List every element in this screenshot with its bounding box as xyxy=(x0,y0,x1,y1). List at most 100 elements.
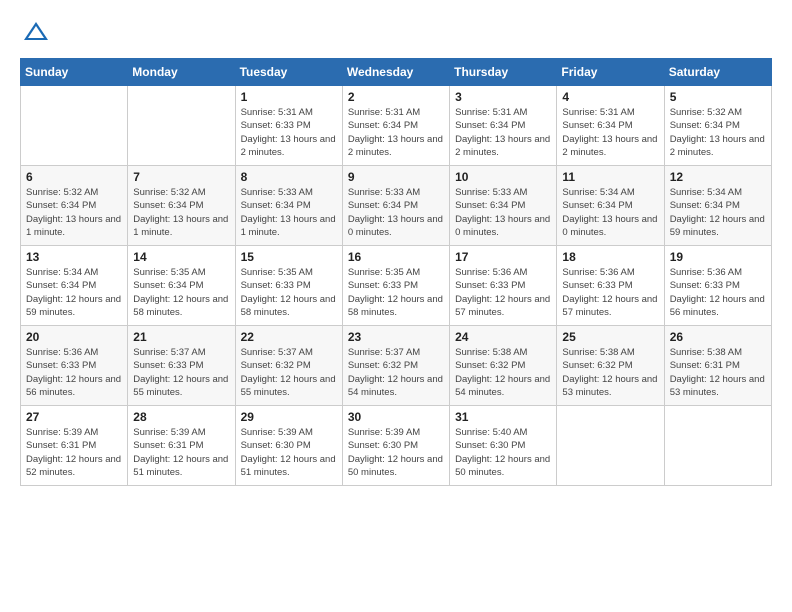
logo xyxy=(20,20,50,42)
day-info: Sunrise: 5:40 AM Sunset: 6:30 PM Dayligh… xyxy=(455,426,551,479)
day-info: Sunrise: 5:34 AM Sunset: 6:34 PM Dayligh… xyxy=(670,186,766,239)
calendar-cell: 2 Sunrise: 5:31 AM Sunset: 6:34 PM Daylig… xyxy=(342,86,449,166)
day-info: Sunrise: 5:35 AM Sunset: 6:34 PM Dayligh… xyxy=(133,266,229,319)
day-header-wednesday: Wednesday xyxy=(342,59,449,86)
day-number: 22 xyxy=(241,330,337,344)
day-info: Sunrise: 5:33 AM Sunset: 6:34 PM Dayligh… xyxy=(455,186,551,239)
day-info: Sunrise: 5:32 AM Sunset: 6:34 PM Dayligh… xyxy=(133,186,229,239)
calendar-cell: 22Sunrise: 5:37 AM Sunset: 6:32 PM Dayli… xyxy=(235,326,342,406)
day-header-monday: Monday xyxy=(128,59,235,86)
calendar-cell: 15 Sunrise: 5:35 AM Sunset: 6:33 PM Dayli… xyxy=(235,246,342,326)
day-number: 21 xyxy=(133,330,229,344)
calendar-cell: 16 Sunrise: 5:35 AM Sunset: 6:33 PM Dayli… xyxy=(342,246,449,326)
day-number: 26 xyxy=(670,330,766,344)
day-info: Sunrise: 5:31 AM Sunset: 6:34 PM Dayligh… xyxy=(348,106,444,159)
calendar-cell: 5Sunrise: 5:32 AM Sunset: 6:34 PM Daylig… xyxy=(664,86,771,166)
day-number: 12 xyxy=(670,170,766,184)
calendar-cell: 20Sunrise: 5:36 AM Sunset: 6:33 PM Dayli… xyxy=(21,326,128,406)
day-number: 14 xyxy=(133,250,229,264)
logo-icon xyxy=(22,20,50,42)
calendar-cell: 10 Sunrise: 5:33 AM Sunset: 6:34 PM Dayli… xyxy=(450,166,557,246)
day-number: 16 xyxy=(348,250,444,264)
calendar-cell: 19 Sunrise: 5:36 AM Sunset: 6:33 PM Dayli… xyxy=(664,246,771,326)
day-number: 6 xyxy=(26,170,122,184)
day-number: 18 xyxy=(562,250,658,264)
day-number: 25 xyxy=(562,330,658,344)
calendar-cell: 12 Sunrise: 5:34 AM Sunset: 6:34 PM Dayli… xyxy=(664,166,771,246)
calendar-cell: 29Sunrise: 5:39 AM Sunset: 6:30 PM Dayli… xyxy=(235,406,342,486)
calendar-cell: 30 Sunrise: 5:39 AM Sunset: 6:30 PM Dayli… xyxy=(342,406,449,486)
day-header-tuesday: Tuesday xyxy=(235,59,342,86)
calendar-cell: 3 Sunrise: 5:31 AM Sunset: 6:34 PM Daylig… xyxy=(450,86,557,166)
calendar-cell: 31 Sunrise: 5:40 AM Sunset: 6:30 PM Dayli… xyxy=(450,406,557,486)
calendar-cell: 11 Sunrise: 5:34 AM Sunset: 6:34 PM Dayli… xyxy=(557,166,664,246)
day-number: 30 xyxy=(348,410,444,424)
day-number: 3 xyxy=(455,90,551,104)
calendar-week-row: 20Sunrise: 5:36 AM Sunset: 6:33 PM Dayli… xyxy=(21,326,772,406)
calendar-cell: 17 Sunrise: 5:36 AM Sunset: 6:33 PM Dayli… xyxy=(450,246,557,326)
calendar-cell: 28 Sunrise: 5:39 AM Sunset: 6:31 PM Dayli… xyxy=(128,406,235,486)
day-number: 13 xyxy=(26,250,122,264)
calendar-cell: 1Sunrise: 5:31 AM Sunset: 6:33 PM Daylig… xyxy=(235,86,342,166)
day-number: 5 xyxy=(670,90,766,104)
calendar-cell: 6Sunrise: 5:32 AM Sunset: 6:34 PM Daylig… xyxy=(21,166,128,246)
day-info: Sunrise: 5:35 AM Sunset: 6:33 PM Dayligh… xyxy=(241,266,337,319)
calendar-week-row: 27 Sunrise: 5:39 AM Sunset: 6:31 PM Dayli… xyxy=(21,406,772,486)
day-number: 28 xyxy=(133,410,229,424)
day-number: 11 xyxy=(562,170,658,184)
day-number: 19 xyxy=(670,250,766,264)
calendar-cell xyxy=(664,406,771,486)
calendar-cell: 18 Sunrise: 5:36 AM Sunset: 6:33 PM Dayli… xyxy=(557,246,664,326)
calendar-cell: 9 Sunrise: 5:33 AM Sunset: 6:34 PM Daylig… xyxy=(342,166,449,246)
day-info: Sunrise: 5:34 AM Sunset: 6:34 PM Dayligh… xyxy=(26,266,122,319)
calendar-cell: 27Sunrise: 5:39 AM Sunset: 6:31 PM Dayli… xyxy=(21,406,128,486)
day-header-thursday: Thursday xyxy=(450,59,557,86)
day-info: Sunrise: 5:34 AM Sunset: 6:34 PM Dayligh… xyxy=(562,186,658,239)
calendar-week-row: 13 Sunrise: 5:34 AM Sunset: 6:34 PM Dayli… xyxy=(21,246,772,326)
calendar-table: SundayMondayTuesdayWednesdayThursdayFrid… xyxy=(20,58,772,486)
day-info: Sunrise: 5:31 AM Sunset: 6:34 PM Dayligh… xyxy=(455,106,551,159)
day-info: Sunrise: 5:38 AM Sunset: 6:32 PM Dayligh… xyxy=(455,346,551,399)
day-number: 1 xyxy=(241,90,337,104)
day-info: Sunrise: 5:39 AM Sunset: 6:31 PM Dayligh… xyxy=(133,426,229,479)
day-info: Sunrise: 5:39 AM Sunset: 6:30 PM Dayligh… xyxy=(241,426,337,479)
day-header-sunday: Sunday xyxy=(21,59,128,86)
day-number: 31 xyxy=(455,410,551,424)
day-info: Sunrise: 5:35 AM Sunset: 6:33 PM Dayligh… xyxy=(348,266,444,319)
day-number: 24 xyxy=(455,330,551,344)
page-header xyxy=(20,20,772,42)
calendar-cell xyxy=(128,86,235,166)
day-info: Sunrise: 5:33 AM Sunset: 6:34 PM Dayligh… xyxy=(348,186,444,239)
day-info: Sunrise: 5:36 AM Sunset: 6:33 PM Dayligh… xyxy=(562,266,658,319)
day-info: Sunrise: 5:31 AM Sunset: 6:34 PM Dayligh… xyxy=(562,106,658,159)
day-header-friday: Friday xyxy=(557,59,664,86)
day-number: 10 xyxy=(455,170,551,184)
day-number: 27 xyxy=(26,410,122,424)
day-number: 9 xyxy=(348,170,444,184)
calendar-cell: 25Sunrise: 5:38 AM Sunset: 6:32 PM Dayli… xyxy=(557,326,664,406)
calendar-cell: 8 Sunrise: 5:33 AM Sunset: 6:34 PM Daylig… xyxy=(235,166,342,246)
calendar-cell: 4 Sunrise: 5:31 AM Sunset: 6:34 PM Daylig… xyxy=(557,86,664,166)
day-info: Sunrise: 5:36 AM Sunset: 6:33 PM Dayligh… xyxy=(670,266,766,319)
day-header-saturday: Saturday xyxy=(664,59,771,86)
calendar-cell: 24 Sunrise: 5:38 AM Sunset: 6:32 PM Dayli… xyxy=(450,326,557,406)
calendar-cell xyxy=(557,406,664,486)
day-number: 17 xyxy=(455,250,551,264)
day-number: 8 xyxy=(241,170,337,184)
calendar-cell: 23Sunrise: 5:37 AM Sunset: 6:32 PM Dayli… xyxy=(342,326,449,406)
calendar-week-row: 1Sunrise: 5:31 AM Sunset: 6:33 PM Daylig… xyxy=(21,86,772,166)
calendar-cell: 26Sunrise: 5:38 AM Sunset: 6:31 PM Dayli… xyxy=(664,326,771,406)
day-number: 7 xyxy=(133,170,229,184)
calendar-cell: 7 Sunrise: 5:32 AM Sunset: 6:34 PM Daylig… xyxy=(128,166,235,246)
day-number: 2 xyxy=(348,90,444,104)
calendar-header-row: SundayMondayTuesdayWednesdayThursdayFrid… xyxy=(21,59,772,86)
calendar-week-row: 6 Sunrise: 5:32 AM Sunset: 6:34 PM Daylig… xyxy=(21,166,772,246)
day-info: Sunrise: 5:37 AM Sunset: 6:33 PM Dayligh… xyxy=(133,346,229,399)
calendar-cell: 13 Sunrise: 5:34 AM Sunset: 6:34 PM Dayli… xyxy=(21,246,128,326)
day-info: Sunrise: 5:33 AM Sunset: 6:34 PM Dayligh… xyxy=(241,186,337,239)
day-number: 15 xyxy=(241,250,337,264)
day-number: 20 xyxy=(26,330,122,344)
day-info: Sunrise: 5:39 AM Sunset: 6:30 PM Dayligh… xyxy=(348,426,444,479)
day-info: Sunrise: 5:36 AM Sunset: 6:33 PM Dayligh… xyxy=(455,266,551,319)
day-number: 4 xyxy=(562,90,658,104)
